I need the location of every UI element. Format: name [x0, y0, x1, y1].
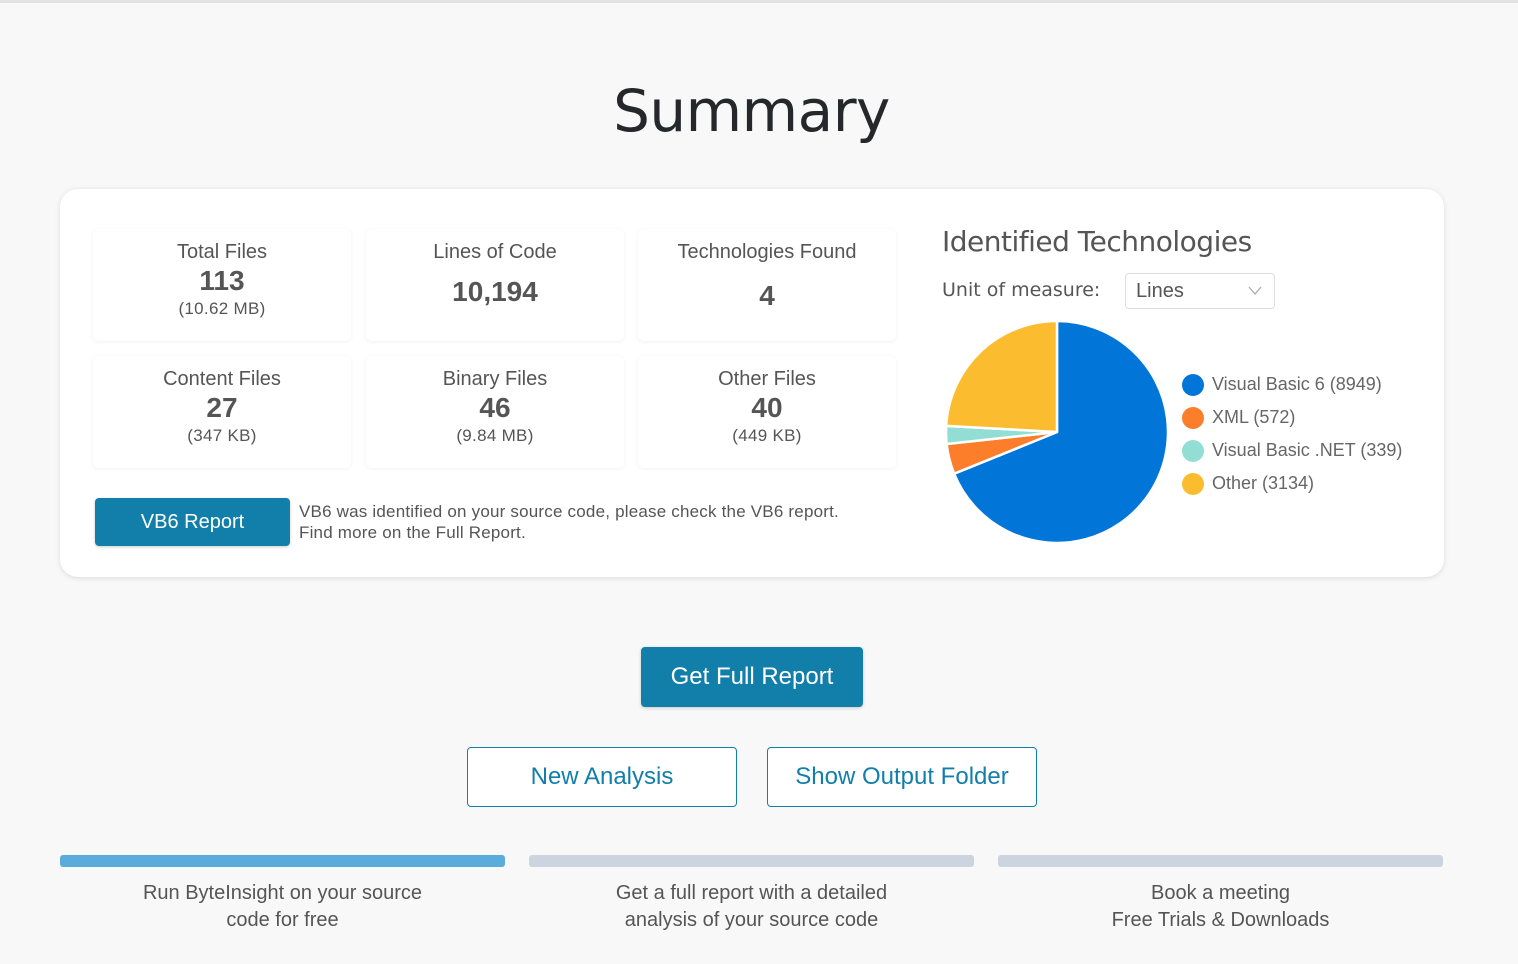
stat-content-files: Content Files 27 (347 KB)	[93, 356, 351, 468]
legend-label: Other (3134)	[1212, 473, 1315, 493]
vb6-report-button[interactable]: VB6 Report	[95, 498, 290, 546]
new-analysis-button[interactable]: New Analysis	[467, 747, 737, 807]
stat-other-files: Other Files 40 (449 KB)	[638, 356, 896, 468]
unit-of-measure-label: Unit of measure:	[942, 279, 1101, 301]
stat-value: 4	[759, 280, 775, 311]
step-progress-bar	[998, 855, 1443, 867]
stat-binary-files: Binary Files 46 (9.84 MB)	[366, 356, 624, 468]
legend-label: Visual Basic .NET (339)	[1212, 440, 1403, 460]
vb6-note: VB6 was identified on your source code, …	[299, 502, 839, 542]
unit-of-measure-value: Lines	[1136, 280, 1184, 302]
step-text: Run ByteInsight on your source code for …	[60, 880, 505, 934]
stat-value: 27	[206, 392, 238, 423]
legend-label: Visual Basic 6 (8949)	[1212, 374, 1382, 394]
legend-item[interactable]: Visual Basic .NET (339)	[1182, 434, 1402, 467]
stat-value: 46	[479, 392, 511, 423]
legend-swatch	[1182, 373, 1204, 396]
step-text-line: code for free	[226, 909, 339, 931]
pie-legend: Visual Basic 6 (8949) XML (572) Visual B…	[1182, 368, 1402, 500]
chevron-down-icon	[1248, 274, 1262, 320]
stat-label: Total Files	[176, 241, 268, 263]
step-run-free[interactable]: Run ByteInsight on your source code for …	[60, 855, 505, 934]
stat-technologies-found: Technologies Found 4	[638, 229, 896, 341]
stat-value: 40	[751, 392, 783, 423]
legend-item[interactable]: XML (572)	[1182, 401, 1402, 434]
technologies-pie-chart	[944, 319, 1170, 545]
step-text-line: Get a full report with a detailed	[615, 882, 888, 904]
summary-card: Total Files 113 (10.62 MB) Lines of Code…	[60, 189, 1444, 577]
stat-value: 113	[199, 265, 245, 296]
stat-size: (347 KB)	[187, 426, 257, 445]
stat-label: Technologies Found	[677, 241, 857, 263]
legend-swatch	[1182, 406, 1204, 429]
step-text-line: Free Trials & Downloads	[1111, 909, 1330, 931]
stat-label: Content Files	[163, 368, 281, 390]
stat-label: Lines of Code	[433, 241, 557, 263]
stat-label: Other Files	[718, 368, 816, 390]
stat-label: Binary Files	[442, 368, 548, 390]
step-progress-bar	[529, 855, 974, 867]
legend-swatch	[1182, 439, 1204, 462]
show-output-folder-button[interactable]: Show Output Folder	[767, 747, 1037, 807]
step-book-meeting[interactable]: Book a meeting Free Trials & Downloads	[998, 855, 1443, 934]
step-full-report[interactable]: Get a full report with a detailed analys…	[529, 855, 974, 934]
technologies-title: Identified Technologies	[942, 225, 1252, 258]
stat-value: 10,194	[452, 276, 538, 307]
page-title: Summary	[613, 77, 890, 145]
step-text-line: Run ByteInsight on your source	[142, 882, 423, 904]
pie-slice-other[interactable]	[944, 319, 1059, 434]
step-text: Book a meeting Free Trials & Downloads	[998, 880, 1443, 934]
step-text-line: Book a meeting	[1151, 882, 1290, 904]
stat-size: (9.84 MB)	[456, 426, 534, 445]
step-progress-bar	[60, 855, 505, 867]
legend-item[interactable]: Other (3134)	[1182, 467, 1402, 500]
stat-lines-of-code: Lines of Code 10,194	[366, 229, 624, 341]
get-full-report-button[interactable]: Get Full Report	[641, 647, 863, 707]
stat-size: (10.62 MB)	[178, 299, 266, 318]
legend-swatch	[1182, 472, 1204, 495]
unit-of-measure-select[interactable]: Lines	[1125, 273, 1275, 309]
stat-size: (449 KB)	[732, 426, 802, 445]
stat-total-files: Total Files 113 (10.62 MB)	[93, 229, 351, 341]
legend-label: XML (572)	[1212, 407, 1296, 427]
step-text: Get a full report with a detailed analys…	[529, 880, 974, 934]
step-text-line: analysis of your source code	[624, 909, 879, 931]
legend-item[interactable]: Visual Basic 6 (8949)	[1182, 368, 1402, 401]
